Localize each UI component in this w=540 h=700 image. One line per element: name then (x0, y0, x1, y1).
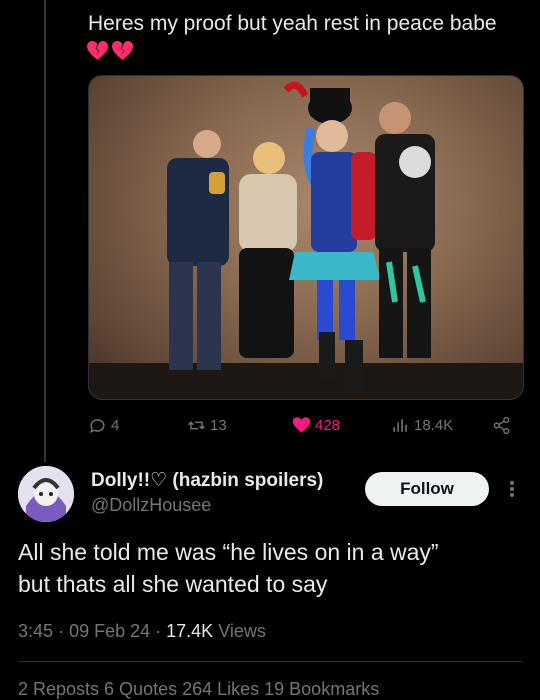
follow-button[interactable]: Follow (365, 472, 489, 506)
reply-button[interactable]: 4 (88, 416, 119, 435)
views-total: 17.4K (166, 621, 214, 641)
user-handle[interactable]: @DollzHousee (91, 495, 211, 516)
like-button[interactable]: 428 (292, 416, 340, 435)
broken-heart-emoji (86, 40, 134, 61)
photo-people-illustration (89, 81, 523, 399)
separator-dot: · (58, 621, 70, 641)
tweet-date[interactable]: 09 Feb 24 (69, 621, 150, 641)
retweet-icon (188, 420, 205, 430)
broken-heart-icon (87, 40, 108, 61)
separator-dot: · (155, 621, 167, 641)
share-button[interactable] (492, 416, 511, 435)
previous-tweet-actions: 4 13 428 18.4K (88, 414, 522, 436)
reply-icon (90, 418, 105, 433)
share-icon (493, 416, 510, 434)
like-count: 428 (315, 416, 341, 434)
retweet-button[interactable]: 13 (187, 416, 227, 435)
avatar-image-icon (18, 466, 74, 522)
views-button[interactable]: 18.4K (391, 416, 453, 435)
tweet-text-line: but thats all she wanted to say (18, 571, 328, 597)
retweet-count: 13 (210, 416, 227, 434)
more-options-icon[interactable] (504, 478, 520, 500)
thread-connector-line (44, 0, 46, 462)
tweet-time[interactable]: 3:45 (18, 621, 53, 641)
tweet-text-line: All she told me was “he lives on in a wa… (18, 539, 439, 565)
display-name[interactable]: Dolly!!♡ (hazbin spoilers) (91, 469, 323, 492)
broken-heart-icon (112, 40, 133, 61)
previous-tweet-text: Heres my proof but yeah rest in peace ba… (88, 12, 497, 35)
reply-count: 4 (111, 416, 120, 434)
views-label: Views (218, 621, 266, 641)
engagement-stats[interactable]: 2 Reposts 6 Quotes 264 Likes 19 Bookmark… (18, 679, 379, 700)
divider (18, 661, 522, 662)
avatar[interactable] (18, 466, 74, 522)
views-count: 18.4K (414, 416, 454, 434)
attached-photo[interactable] (88, 75, 524, 400)
tweet-metadata: 3:45 · 09 Feb 24 · 17.4K Views (18, 621, 266, 642)
tweet-text: All she told me was “he lives on in a wa… (18, 536, 523, 600)
heart-icon (292, 416, 311, 433)
bar-chart-icon (393, 418, 407, 432)
